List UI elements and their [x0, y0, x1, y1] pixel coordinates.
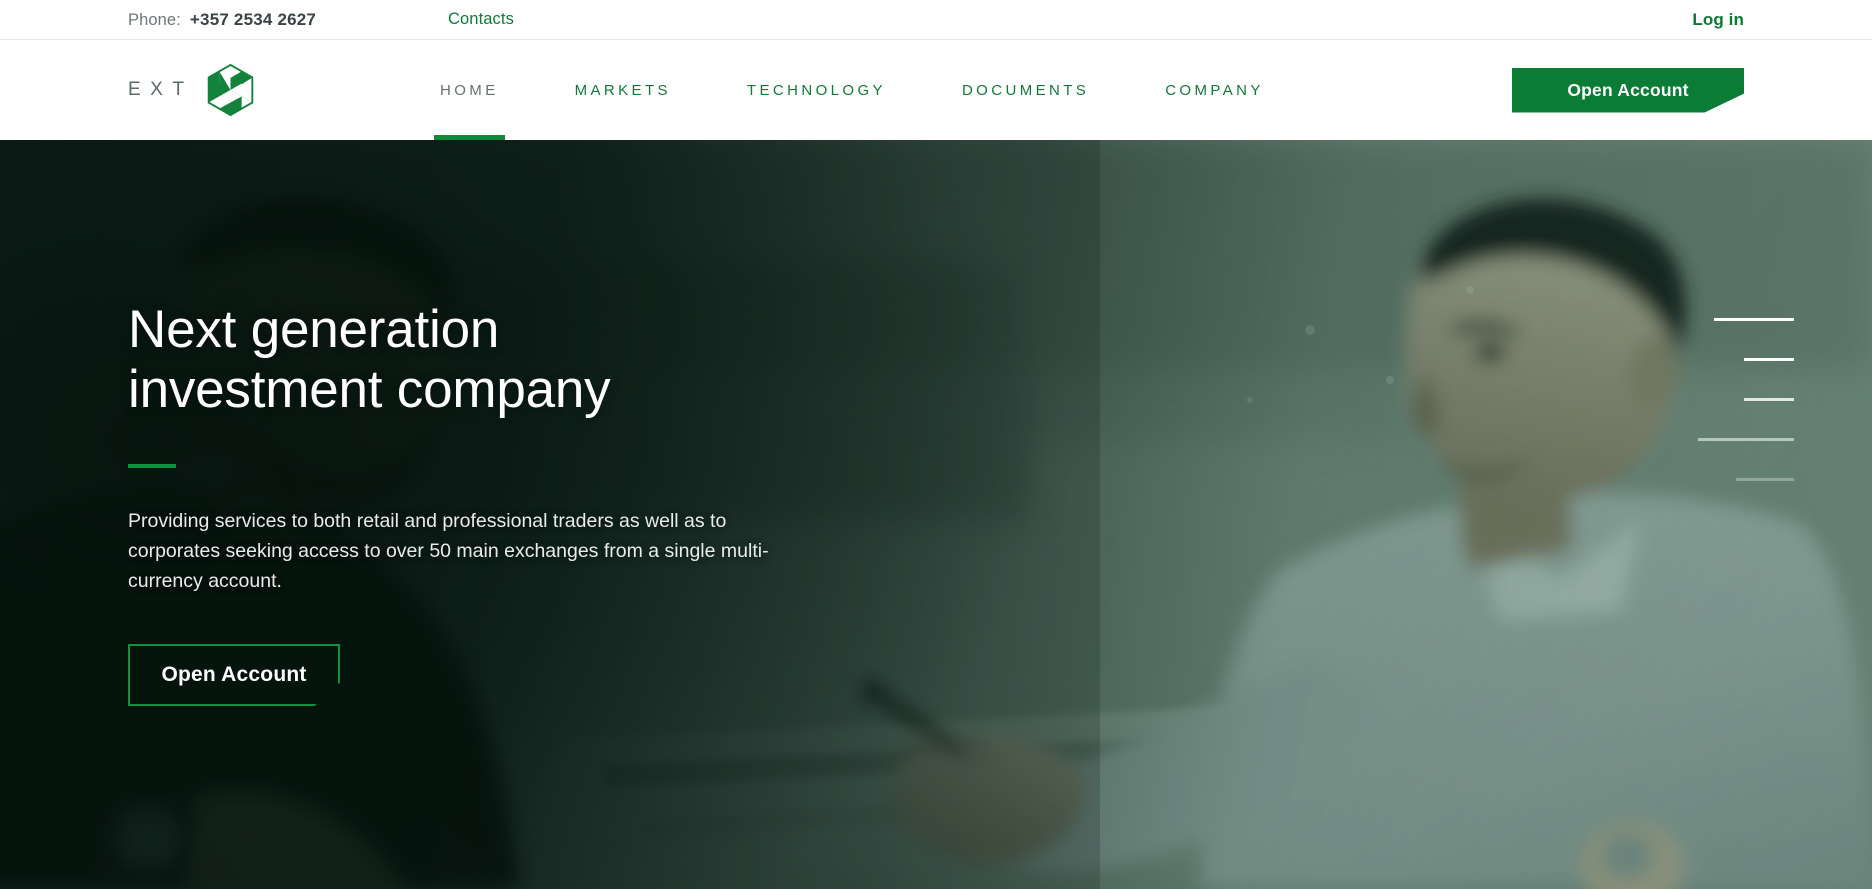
nav-item-company[interactable]: COMPANY [1165, 40, 1264, 140]
top-utility-bar: Phone: +357 2534 2627 Contacts Log in [0, 0, 1872, 40]
phone-label: Phone: [128, 10, 181, 29]
nav-item-markets[interactable]: MARKETS [575, 40, 671, 140]
nav-item-documents[interactable]: DOCUMENTS [962, 40, 1089, 140]
carousel-indicator-2[interactable] [1744, 358, 1794, 361]
nav-item-home[interactable]: HOME [434, 40, 505, 140]
nav-item-technology[interactable]: TECHNOLOGY [747, 40, 886, 140]
login-link[interactable]: Log in [1692, 10, 1744, 30]
hero-title-line-1: Next generation [128, 300, 500, 359]
logo[interactable]: EXT [128, 64, 254, 116]
open-account-button-hero[interactable]: Open Account [128, 644, 340, 706]
hero-accent-rule [128, 464, 176, 468]
hero-content: Next generation investment company Provi… [128, 300, 828, 706]
hero-description: Providing services to both retail and pr… [128, 510, 769, 592]
hero-title-line-2: investment company [128, 360, 611, 419]
hero-banner: Next generation investment company Provi… [0, 140, 1872, 889]
open-account-button-header[interactable]: Open Account [1512, 67, 1744, 113]
hero-title: Next generation investment company [128, 300, 828, 420]
carousel-indicator-3[interactable] [1744, 398, 1794, 401]
primary-navigation: HOME MARKETS TECHNOLOGY DOCUMENTS COMPAN… [434, 40, 1340, 140]
logo-wordmark: EXT [128, 79, 194, 100]
carousel-indicator-4[interactable] [1698, 438, 1794, 441]
hexagon-gem-icon [207, 64, 254, 116]
phone-info: Phone: +357 2534 2627 [128, 10, 316, 30]
main-header: EXT HOME MARKETS TECHNOLOGY DOCUMENTS CO… [0, 40, 1872, 140]
carousel-indicator-1[interactable] [1714, 318, 1794, 321]
carousel-indicators [1698, 318, 1794, 518]
carousel-indicator-5[interactable] [1736, 478, 1794, 481]
contacts-link[interactable]: Contacts [448, 10, 514, 29]
phone-number[interactable]: +357 2534 2627 [190, 10, 316, 30]
